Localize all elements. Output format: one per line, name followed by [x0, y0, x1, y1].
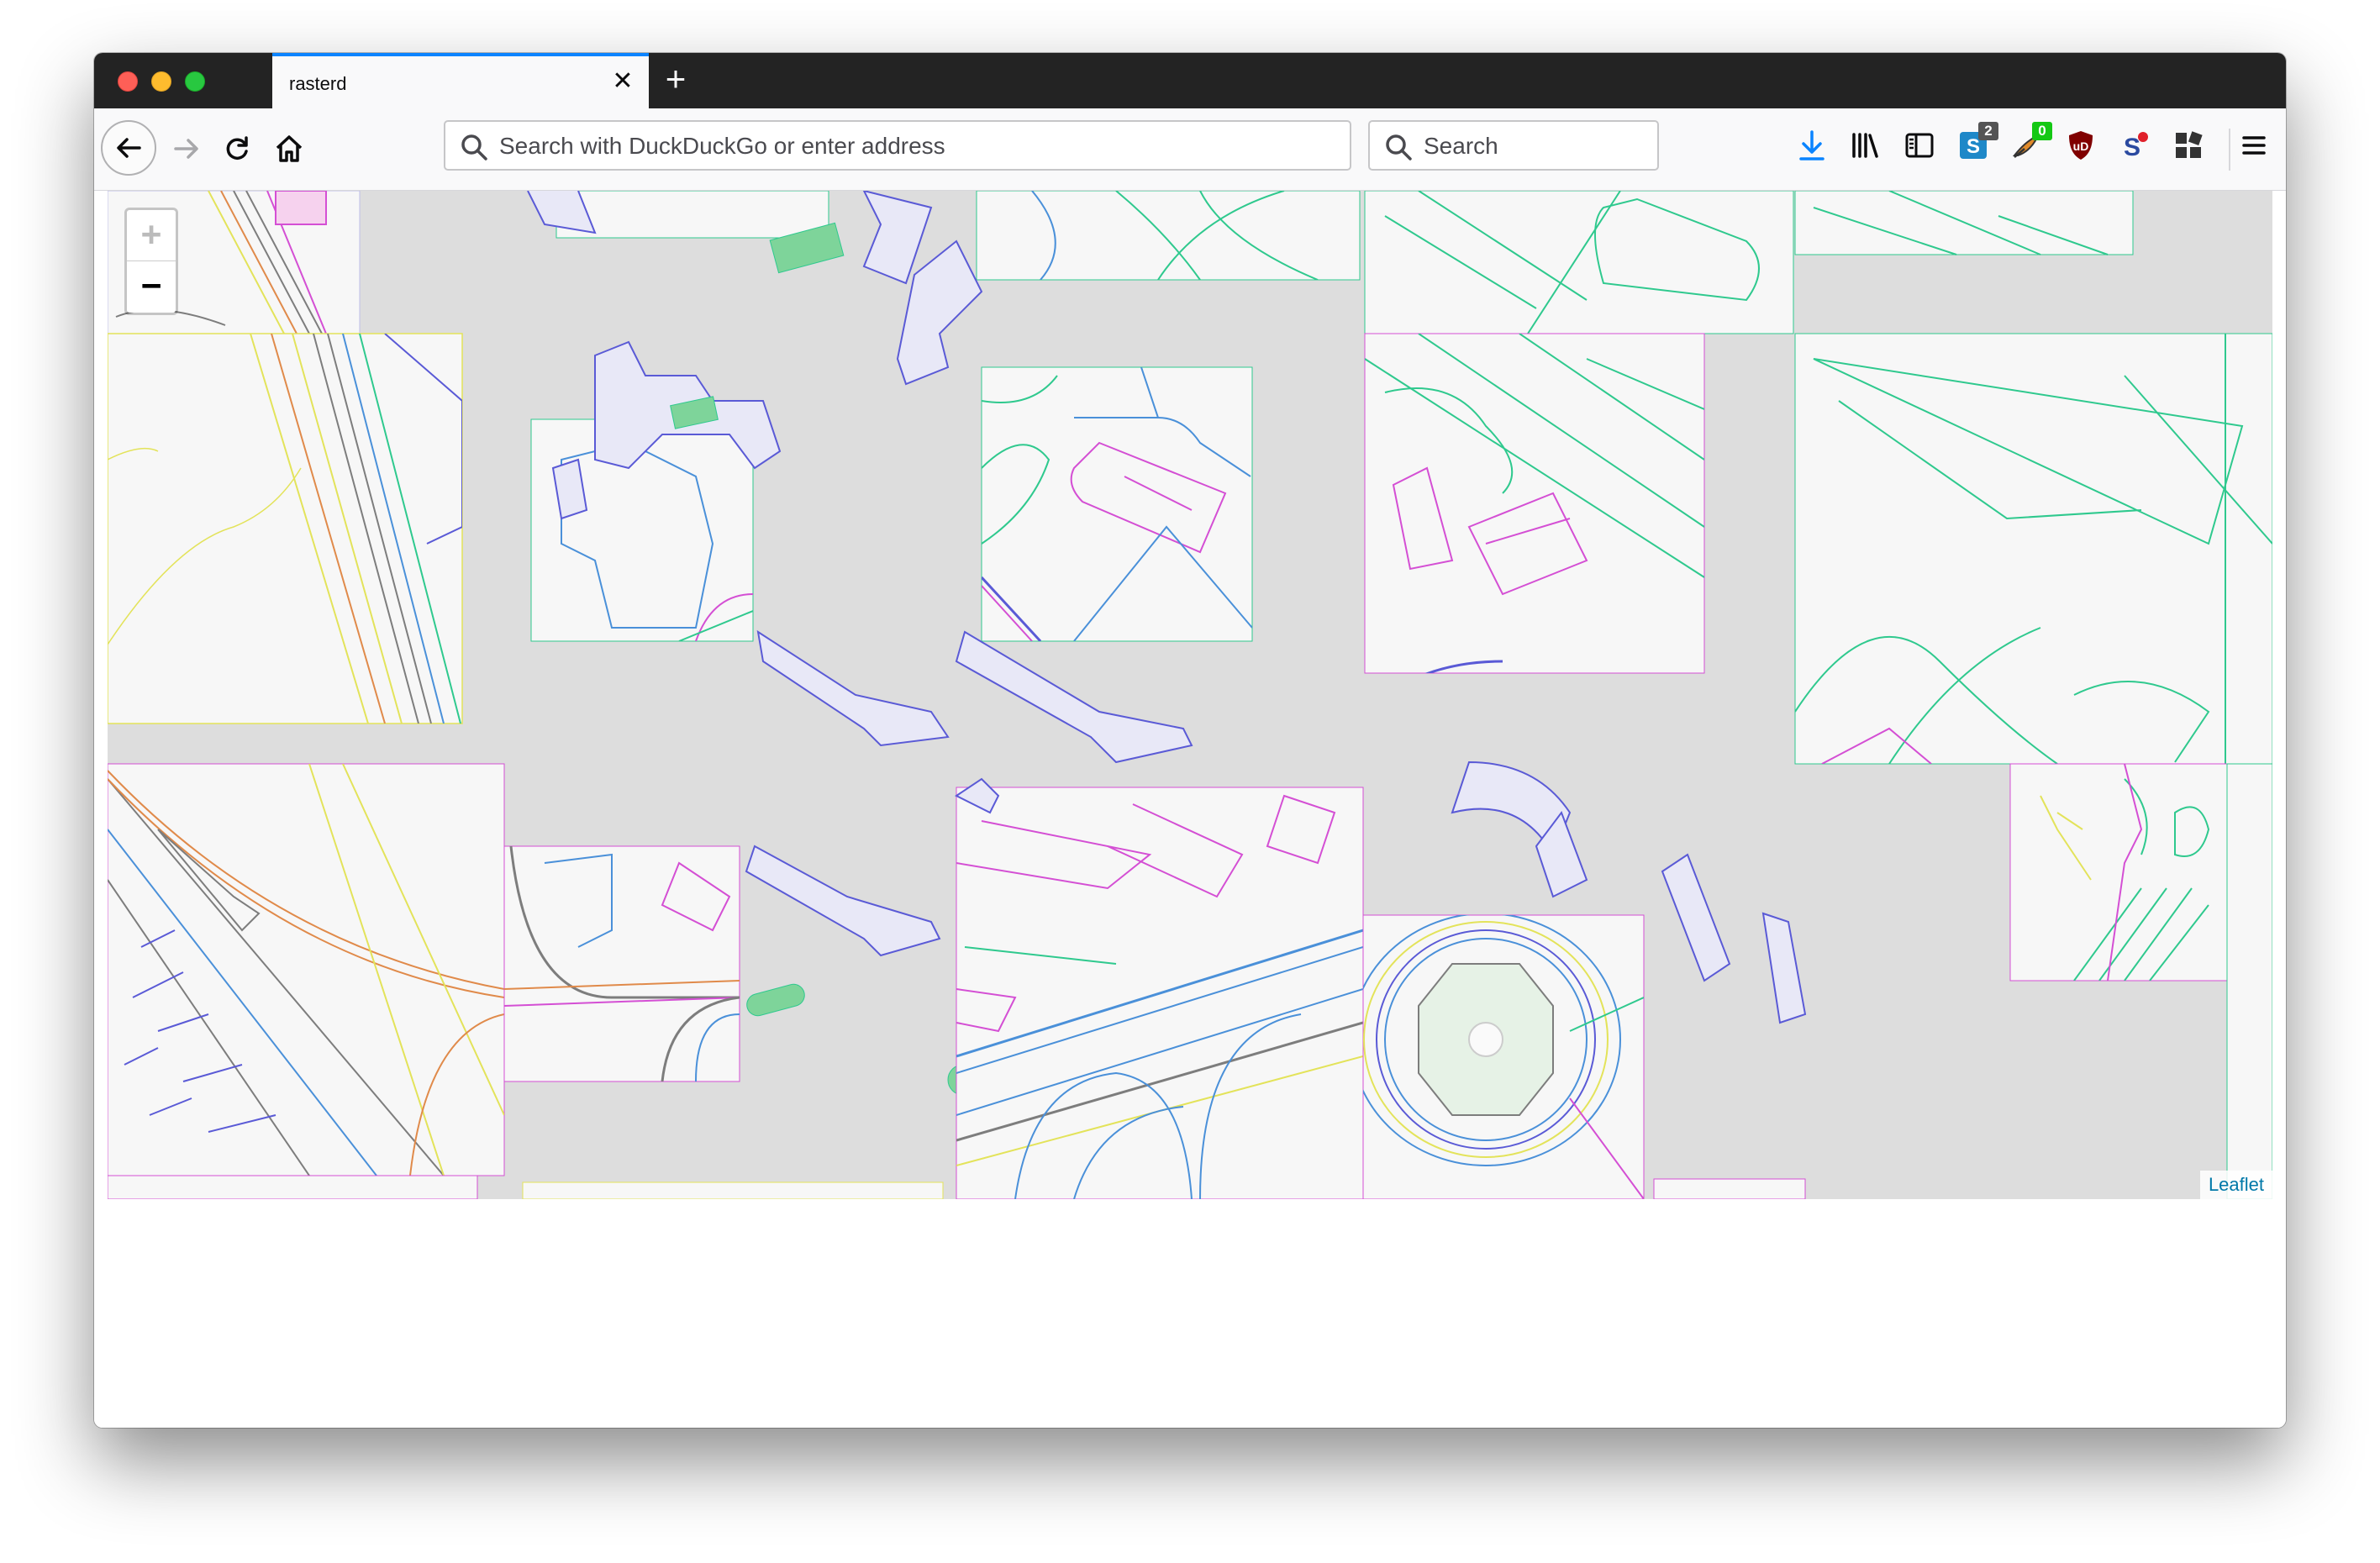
search-icon	[1386, 134, 1412, 161]
tab-close-icon[interactable]: ✕	[610, 69, 635, 95]
close-window-button[interactable]	[118, 71, 138, 92]
toolbar-divider	[2229, 129, 2230, 171]
tab-title: rasterd	[289, 73, 347, 94]
sidebar-icon	[1905, 133, 1934, 158]
menu-button[interactable]	[2235, 127, 2272, 164]
downloads-button[interactable]	[1793, 127, 1830, 164]
ublock-icon: uD	[2069, 131, 2093, 160]
back-arrow-icon	[117, 138, 141, 158]
tab-active[interactable]: rasterd ✕	[272, 53, 649, 108]
library-button[interactable]	[1847, 127, 1884, 164]
leaflet-map[interactable]: + − Leaflet	[108, 191, 2272, 1199]
extensions-grid-button[interactable]	[2170, 127, 2207, 164]
search-bar[interactable]	[1368, 120, 1659, 171]
zoom-window-button[interactable]	[185, 71, 205, 92]
map-attribution: Leaflet	[2199, 1171, 2272, 1199]
back-button[interactable]	[101, 120, 156, 176]
svg-text:uD: uD	[2073, 139, 2089, 153]
svg-text:S: S	[2124, 134, 2140, 161]
reload-icon	[226, 136, 248, 160]
minimize-window-button[interactable]	[151, 71, 171, 92]
search-input[interactable]	[1424, 132, 1649, 161]
tab-strip: rasterd ✕ +	[94, 53, 2286, 108]
map-tiles	[108, 191, 2272, 1199]
sidebar-button[interactable]	[1901, 127, 1938, 164]
extension-feather-badge: 0	[2032, 122, 2052, 140]
home-icon	[276, 135, 303, 162]
url-bar[interactable]	[444, 120, 1351, 171]
extensions-grid-icon	[2176, 131, 2203, 158]
home-button[interactable]	[266, 125, 313, 172]
extension-s-badge: 2	[1978, 122, 1998, 140]
desktop-background: rasterd ✕ + Search with DuckDuckGo or en…	[0, 0, 2380, 1563]
new-tab-button[interactable]: +	[659, 61, 692, 97]
forward-button[interactable]	[163, 125, 210, 172]
url-input[interactable]	[499, 132, 1341, 161]
ublock-button[interactable]: uD	[2062, 127, 2099, 164]
search-icon	[461, 134, 487, 161]
extension-s-red-icon: S	[2124, 132, 2148, 161]
menu-icon	[2242, 136, 2266, 155]
zoom-out-button[interactable]: −	[127, 261, 176, 313]
library-icon	[1852, 133, 1878, 158]
leaflet-attribution-link[interactable]: Leaflet	[2209, 1174, 2264, 1195]
navigation-toolbar: S 2 0 uD S	[94, 108, 2286, 191]
forward-arrow-icon	[174, 139, 198, 159]
zoom-in-button[interactable]: +	[127, 210, 176, 261]
download-icon	[1799, 130, 1824, 161]
extension-s-red-button[interactable]: S	[2116, 127, 2153, 164]
zoom-control: + −	[124, 208, 178, 315]
page-content: + − Leaflet	[94, 191, 2286, 1428]
extension-s-button[interactable]: S 2	[1955, 122, 1998, 164]
reload-button[interactable]	[213, 125, 261, 172]
extension-feather-button[interactable]: 0	[2009, 122, 2052, 164]
browser-window: rasterd ✕ + Search with DuckDuckGo or en…	[94, 53, 2286, 1428]
